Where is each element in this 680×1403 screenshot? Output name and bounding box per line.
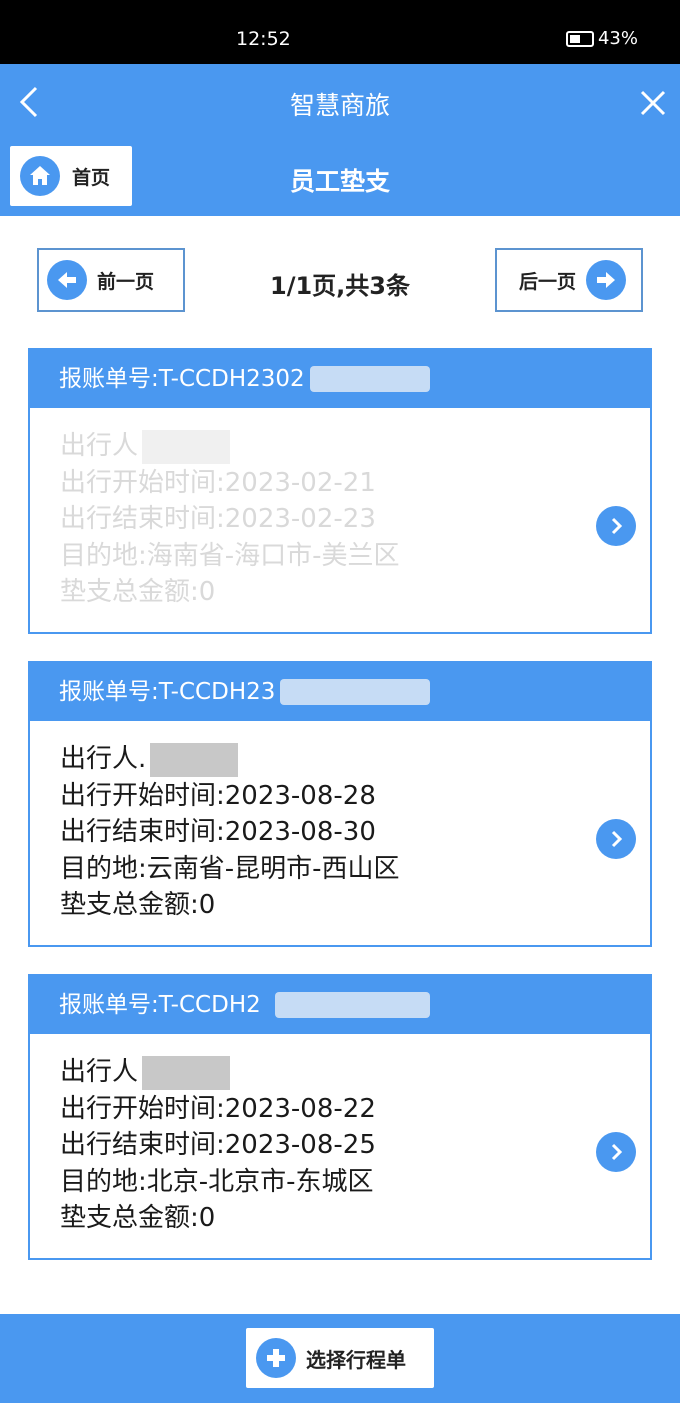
redaction-mask: [142, 1055, 231, 1090]
card-body: 出行人. 出行开始时间:2023-08-28 出行结束时间:2023-08-30…: [30, 721, 650, 924]
redaction-mask: [280, 679, 430, 705]
title-bar: 智慧商旅: [0, 64, 680, 144]
next-page-label: 后一页: [519, 270, 577, 293]
start-date: 出行开始时间:2023-02-21: [60, 467, 376, 498]
card-body: 出行人 出行开始时间:2023-02-21 出行结束时间:2023-02-23 …: [30, 408, 650, 611]
advance-amount: 垫支总金额:0: [60, 577, 216, 607]
reimbursement-card[interactable]: 报账单号:T-CCDH2302 出行人 出行开始时间:2023-02-21 出行…: [28, 348, 652, 634]
redaction-mask: [275, 992, 430, 1018]
end-date: 出行结束时间:2023-08-30: [60, 817, 376, 847]
battery-indicator: 43%: [565, 28, 638, 49]
status-time: 12:52: [236, 28, 291, 50]
arrow-right-icon: [586, 260, 627, 300]
voucher-number: 报账单号:T-CCDH23: [59, 679, 276, 705]
advance-amount: 垫支总金额:0: [60, 1203, 216, 1233]
select-itinerary-button[interactable]: 选择行程单: [246, 1328, 434, 1388]
plus-icon: [256, 1338, 296, 1378]
end-date: 出行结束时间:2023-08-25: [60, 1130, 376, 1160]
traveler: 出行人: [60, 428, 650, 465]
reimbursement-card[interactable]: 报账单号:T-CCDH23 出行人. 出行开始时间:2023-08-28 出行结…: [28, 661, 652, 947]
advance-amount: 垫支总金额:0: [60, 890, 216, 920]
traveler: 出行人.: [60, 741, 650, 778]
card-header: 报账单号:T-CCDH2: [30, 976, 650, 1034]
redaction-mask: [310, 366, 430, 392]
card-header: 报账单号:T-CCDH2302: [30, 350, 650, 408]
redaction-mask: [150, 742, 239, 777]
battery-level: 43%: [597, 28, 638, 49]
voucher-number: 报账单号:T-CCDH2302: [59, 366, 305, 392]
reimbursement-card[interactable]: 报账单号:T-CCDH2 出行人 出行开始时间:2023-08-22 出行结束时…: [28, 974, 652, 1260]
redaction-mask: [142, 429, 231, 464]
app-title: 智慧商旅: [289, 91, 390, 120]
pagination: 前一页 1/1页,共3条 后一页: [0, 248, 680, 312]
start-date: 出行开始时间:2023-08-28: [60, 780, 376, 811]
sub-header: 首页 员工垫支: [0, 144, 680, 216]
battery-icon: [565, 31, 594, 47]
traveler: 出行人: [60, 1054, 650, 1091]
close-icon[interactable]: [636, 86, 670, 120]
chevron-right-icon[interactable]: [596, 819, 636, 859]
destination: 目的地:云南省-昆明市-西山区: [60, 853, 400, 884]
chevron-right-icon[interactable]: [596, 1132, 636, 1172]
card-header: 报账单号:T-CCDH23: [30, 663, 650, 721]
bottom-bar: 选择行程单: [0, 1314, 680, 1403]
destination: 目的地:北京-北京市-东城区: [60, 1166, 374, 1197]
voucher-number: 报账单号:T-CCDH2: [59, 992, 261, 1018]
end-date: 出行结束时间:2023-02-23: [60, 504, 376, 534]
status-bar: 12:52 43%: [0, 0, 680, 64]
start-date: 出行开始时间:2023-08-22: [60, 1093, 376, 1124]
chevron-right-icon[interactable]: [596, 506, 636, 546]
card-body: 出行人 出行开始时间:2023-08-22 出行结束时间:2023-08-25 …: [30, 1034, 650, 1237]
select-itinerary-label: 选择行程单: [306, 1347, 406, 1372]
destination: 目的地:海南省-海口市-美兰区: [60, 540, 400, 571]
page-title: 员工垫支: [289, 167, 390, 196]
next-page-button[interactable]: 后一页: [495, 248, 643, 312]
